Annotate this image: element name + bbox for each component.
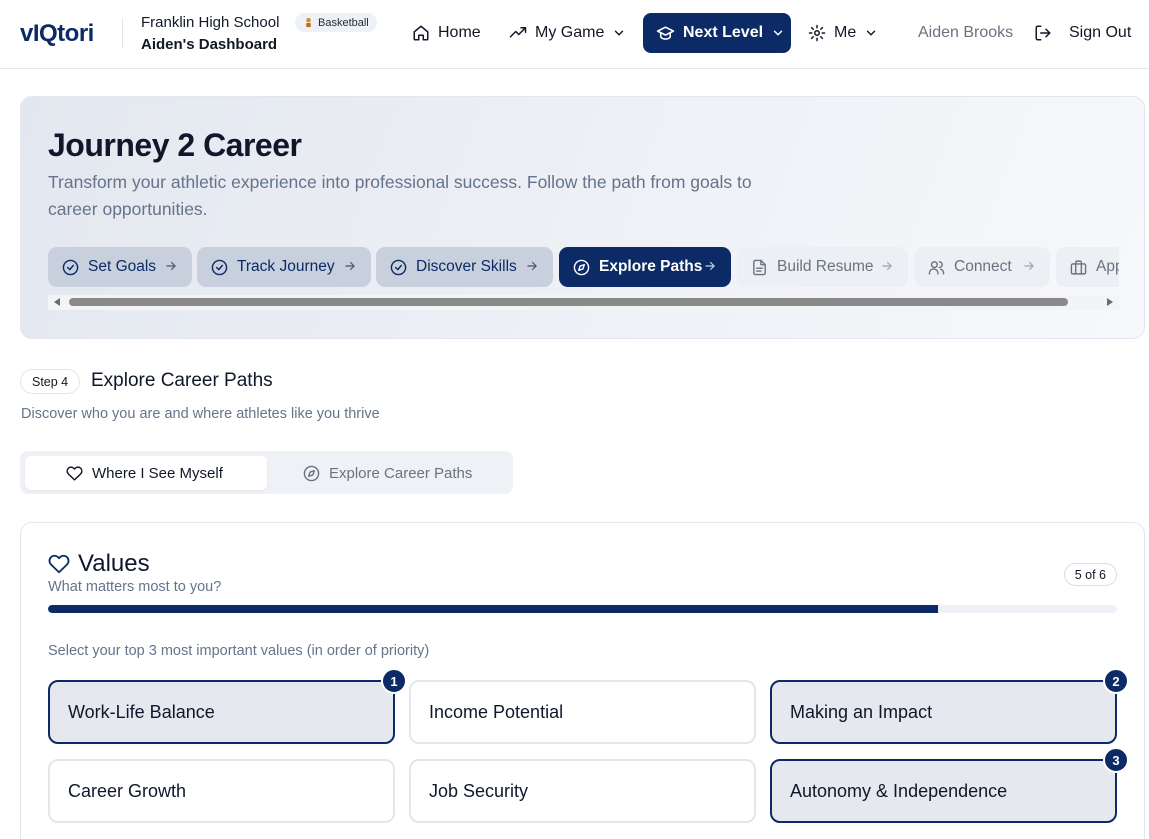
value-option-making-an-impact[interactable]: Making an Impact 2: [770, 668, 1129, 744]
sign-out-icon: [1035, 25, 1051, 41]
arrow-right-icon: [705, 261, 715, 271]
step-set-goals[interactable]: Set Goals: [48, 247, 192, 287]
step-label: Apply: [1096, 258, 1119, 275]
document-icon: [753, 259, 766, 275]
top-header: vIQtori Franklin High School Basketball …: [0, 0, 1149, 69]
step-label: Discover Skills: [416, 258, 517, 275]
briefcase-icon: [1070, 259, 1087, 275]
page-subtitle: Transform your athletic experience into …: [48, 172, 752, 219]
heart-icon: [48, 554, 70, 574]
value-option-autonomy-independence[interactable]: Autonomy & Independence 3: [770, 747, 1129, 823]
chevron-down-icon: [867, 30, 876, 36]
step-scrollbar[interactable]: [48, 295, 1119, 310]
nav-home[interactable]: Home: [412, 13, 481, 53]
check-circle-icon: [211, 259, 228, 275]
compass-icon: [303, 465, 320, 481]
tab-label: Where I See Myself: [92, 464, 223, 482]
value-option-label: Career Growth: [68, 780, 187, 801]
arrow-right-icon: [527, 261, 537, 271]
compass-icon: [573, 259, 590, 275]
step-apply[interactable]: Apply: [1056, 247, 1119, 287]
step-tracker: Set Goals Track Journey Discover Skills …: [48, 247, 1119, 287]
value-option-label: Making an Impact: [790, 701, 933, 722]
chevron-down-icon: [615, 30, 624, 36]
basketball-icon: [306, 17, 311, 28]
tab-explore-career-paths[interactable]: Explore Career Paths: [303, 456, 472, 490]
dashboard-title: Aiden's Dashboard: [141, 36, 278, 53]
view-tabs: Where I See Myself Explore Career Paths: [20, 451, 513, 494]
values-title-label: Values: [78, 550, 150, 577]
trending-up-icon: [509, 27, 527, 38]
progress-bar-fill: [48, 605, 939, 613]
value-option-income-potential[interactable]: Income Potential: [409, 680, 756, 744]
step-label: Set Goals: [88, 258, 157, 275]
step-explore-paths[interactable]: Explore Paths: [559, 247, 731, 287]
sign-out-label: Sign Out: [1069, 24, 1132, 41]
step-track-journey[interactable]: Track Journey: [197, 247, 371, 287]
step-label: Build Resume: [777, 258, 874, 275]
scroll-left-arrow-icon[interactable]: [54, 298, 60, 306]
tab-label: Explore Career Paths: [329, 464, 473, 482]
step-build-resume[interactable]: Build Resume: [737, 247, 908, 287]
values-instruction: Select your top 3 most important values …: [48, 643, 430, 659]
value-option-work-life-balance[interactable]: Work-Life Balance 1: [48, 668, 407, 744]
page-title: Journey 2 Career: [48, 127, 302, 163]
value-option-label: Income Potential: [429, 701, 564, 722]
values-card: Values What matters most to you? 5 of 6 …: [20, 522, 1145, 839]
nav-next-level[interactable]: Next Level: [643, 13, 791, 53]
nav-me-label: Me: [834, 24, 857, 41]
step-number-pill: Step 4: [20, 369, 81, 394]
value-option-job-security[interactable]: Job Security: [409, 759, 756, 823]
sign-out-button[interactable]: Sign Out: [1034, 13, 1131, 53]
chevron-down-icon: [773, 30, 783, 36]
value-option-label: Autonomy & Independence: [790, 780, 1008, 801]
users-icon: [928, 260, 945, 275]
nav-me[interactable]: Me: [808, 13, 878, 53]
step-label: Track Journey: [237, 258, 335, 275]
gear-icon: [808, 24, 826, 42]
app-logo[interactable]: vIQtori: [20, 20, 94, 48]
nav-my-game[interactable]: My Game: [509, 13, 626, 53]
nav-next-level-label: Next Level: [683, 24, 764, 41]
check-circle-icon: [390, 259, 407, 275]
question-count-badge: 5 of 6: [1063, 563, 1117, 586]
priority-rank-badge: 3: [1103, 747, 1129, 773]
nav-home-label: Home: [438, 24, 481, 41]
scroll-thumb[interactable]: [69, 298, 1068, 306]
values-title: Values: [48, 550, 150, 578]
value-option-career-growth[interactable]: Career Growth: [48, 759, 395, 823]
step-label: Connect: [954, 258, 1012, 275]
step-connect[interactable]: Connect: [914, 247, 1050, 287]
graduation-cap-icon: [656, 25, 675, 40]
value-option-label: Work-Life Balance: [68, 701, 215, 722]
scroll-right-arrow-icon[interactable]: [1107, 298, 1113, 306]
user-name: Aiden Brooks: [918, 24, 1014, 41]
section-title: Explore Career Paths: [91, 370, 273, 391]
home-icon: [413, 25, 429, 41]
sport-badge: Basketball: [295, 13, 377, 32]
value-option-label: Job Security: [429, 780, 529, 801]
step-label: Explore Paths: [599, 258, 703, 275]
sport-badge-label: Basketball: [318, 16, 369, 29]
nav-my-game-label: My Game: [535, 24, 605, 41]
arrow-right-icon: [166, 261, 176, 271]
arrow-right-icon: [1024, 261, 1034, 271]
priority-rank-badge: 2: [1103, 668, 1129, 694]
header-divider: [122, 18, 123, 48]
check-circle-icon: [62, 259, 79, 275]
heart-icon: [66, 465, 83, 481]
section-subtitle: Discover who you are and where athletes …: [21, 406, 380, 422]
tab-where-i-see-myself[interactable]: Where I See Myself: [25, 456, 267, 490]
step-discover-skills[interactable]: Discover Skills: [376, 247, 553, 287]
school-name: Franklin High School: [141, 14, 280, 31]
arrow-right-icon: [882, 261, 892, 271]
progress-bar: [48, 605, 1117, 613]
arrow-right-icon: [345, 261, 355, 271]
values-subtitle: What matters most to you?: [48, 579, 222, 595]
journey-hero: Journey 2 Career Transform your athletic…: [20, 96, 1145, 339]
priority-rank-badge: 1: [381, 668, 407, 694]
